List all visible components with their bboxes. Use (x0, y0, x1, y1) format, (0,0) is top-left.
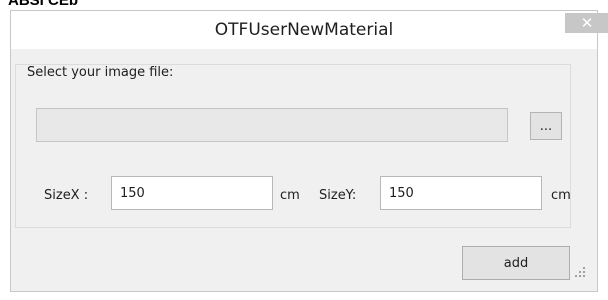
add-button-label: add (503, 255, 529, 271)
size-x-unit: cm (280, 188, 300, 203)
close-icon: ✕ (580, 14, 594, 32)
window-title: OTFUserNewMaterial (214, 20, 394, 40)
resize-grip-icon[interactable] (574, 266, 586, 278)
browse-button[interactable]: ... (530, 112, 562, 140)
file-path-field[interactable] (36, 108, 508, 142)
size-x-label: SizeX : (44, 188, 89, 203)
top-caption-text: ABSI CEb (8, 0, 79, 9)
add-button[interactable]: add (462, 246, 570, 280)
group-label: Select your image file: (24, 65, 177, 80)
top-caption: ABSI CEb (0, 0, 608, 10)
title-bar: OTFUserNewMaterial (11, 11, 597, 49)
size-y-label: SizeY: (319, 188, 357, 203)
size-y-input[interactable] (380, 176, 542, 210)
browse-button-label: ... (539, 118, 553, 134)
size-x-input[interactable] (111, 176, 273, 210)
size-y-unit: cm (551, 188, 571, 203)
close-button[interactable]: ✕ (565, 13, 608, 33)
